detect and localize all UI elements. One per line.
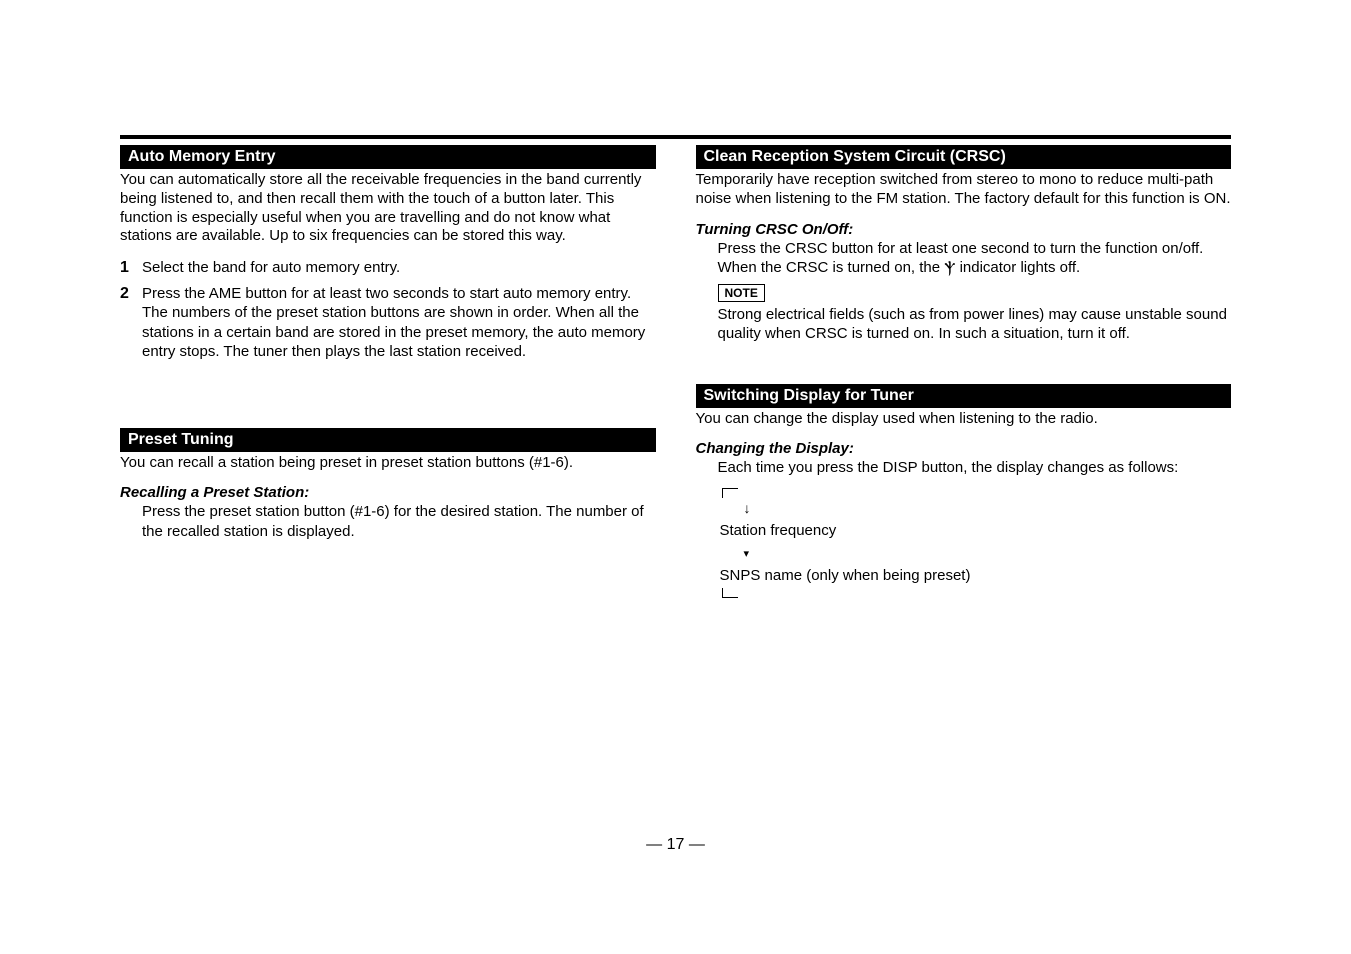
subheading-crsc-onoff: Turning CRSC On/Off: <box>696 221 1232 238</box>
note-label: NOTE <box>718 284 765 302</box>
right-column: Clean Reception System Circuit (CRSC) Te… <box>696 145 1232 598</box>
step-number: 2 <box>120 284 129 305</box>
intro-auto-memory: You can automatically store all the rece… <box>120 171 656 246</box>
intro-preset: You can recall a station being preset in… <box>120 454 656 473</box>
section-auto-memory: Auto Memory Entry You can automatically … <box>120 145 656 362</box>
body-display: Each time you press the DISP button, the… <box>696 458 1232 478</box>
manual-page: Auto Memory Entry You can automatically … <box>0 0 1351 598</box>
left-column: Auto Memory Entry You can automatically … <box>120 145 656 598</box>
page-number: — 17 — <box>0 836 1351 854</box>
arrow-down-icon: ▾ <box>744 546 750 563</box>
step-text: Press the AME button for at least two se… <box>142 285 631 302</box>
antenna-icon: Ⲯ <box>944 259 955 279</box>
heading-preset: Preset Tuning <box>120 428 656 452</box>
text-part: When the CRSC is turned on, the <box>718 259 945 276</box>
intro-crsc: Temporarily have reception switched from… <box>696 171 1232 209</box>
flow-bracket-top <box>722 488 738 498</box>
heading-display: Switching Display for Tuner <box>696 384 1232 408</box>
section-preset-tuning: Preset Tuning You can recall a station b… <box>120 428 656 542</box>
steps-auto-memory: 1 Select the band for auto memory entry.… <box>120 258 656 362</box>
step-number: 1 <box>120 258 129 279</box>
body-crsc-1: Press the CRSC button for at least one s… <box>696 239 1232 259</box>
spacer <box>696 344 1232 384</box>
flow-bracket-bottom <box>722 588 738 598</box>
list-item: 1 Select the band for auto memory entry. <box>142 258 656 278</box>
body-preset: Press the preset station button (#1-6) f… <box>120 502 656 541</box>
intro-display: You can change the display used when lis… <box>696 410 1232 429</box>
content-columns: Auto Memory Entry You can automatically … <box>120 145 1231 598</box>
heading-crsc: Clean Reception System Circuit (CRSC) <box>696 145 1232 169</box>
step-text: Select the band for auto memory entry. <box>142 259 400 276</box>
flow-arrow: ↓ <box>718 498 1232 521</box>
section-crsc: Clean Reception System Circuit (CRSC) Te… <box>696 145 1232 344</box>
flow-arrow: ▾ <box>718 543 1232 566</box>
text-part: indicator lights off. <box>955 259 1080 276</box>
section-switching-display: Switching Display for Tuner You can chan… <box>696 384 1232 598</box>
flow-item: SNPS name (only when being preset) <box>718 565 1232 588</box>
arrow-down-icon: ↓ <box>744 498 751 519</box>
page-rule <box>120 135 1231 139</box>
display-flow-diagram: ↓ Station frequency ▾ SNPS name (only wh… <box>718 488 1232 598</box>
spacer <box>120 368 656 428</box>
list-item: 2 Press the AME button for at least two … <box>142 284 656 362</box>
flow-item: Station frequency <box>718 520 1232 543</box>
body-crsc-2: When the CRSC is turned on, the Ⲯ indica… <box>696 258 1232 278</box>
subheading-changing: Changing the Display: <box>696 440 1232 457</box>
note-text: Strong electrical fields (such as from p… <box>696 305 1232 344</box>
heading-auto-memory: Auto Memory Entry <box>120 145 656 169</box>
step-continuation: The numbers of the preset station button… <box>142 304 645 360</box>
subheading-recalling: Recalling a Preset Station: <box>120 484 656 501</box>
